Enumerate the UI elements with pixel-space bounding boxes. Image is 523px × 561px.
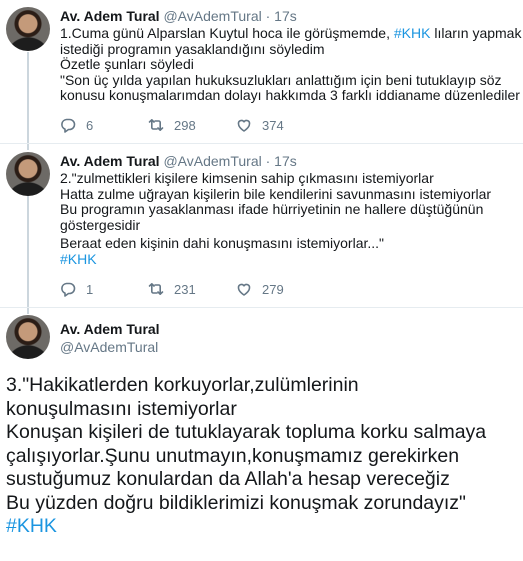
tweet-actions: 6 298 374 — [60, 117, 360, 137]
focused-tweet[interactable]: Av. Adem Tural @AvAdemTural 3."Hakikatle… — [0, 307, 523, 561]
tweet-line: konuşulmasını istemiyorlar — [6, 397, 237, 420]
author-name[interactable]: Av. Adem Tural — [60, 8, 160, 24]
author-handle[interactable]: @AvAdemTural — [163, 8, 261, 24]
separator-dot: · — [265, 8, 271, 24]
tweet-line: "Son üç yılda yapılan hukuksuzlukları an… — [60, 71, 502, 88]
like-count: 279 — [262, 281, 284, 297]
tweet-line: 1.Cuma günü Alparslan Kuytul hoca ile gö… — [60, 25, 522, 41]
retweet-button[interactable]: 231 — [148, 281, 196, 297]
hashtag-link[interactable]: #KHK — [60, 251, 515, 268]
tweet-line: Özetle şunları söyledi — [60, 56, 194, 72]
heart-icon — [237, 283, 251, 296]
like-count: 374 — [262, 117, 284, 133]
heart-icon — [237, 119, 251, 132]
like-button[interactable]: 279 — [236, 281, 284, 297]
reply-icon — [61, 282, 76, 297]
tweet-text: 3."Hakikatlerden korkuyorlar,zulümlerini… — [6, 374, 521, 539]
tweet-actions: 1 231 279 — [60, 281, 360, 301]
retweet-count: 231 — [174, 281, 196, 297]
retweet-icon — [148, 118, 164, 131]
tweet-line: 2."zulmettikleri kişilere kimsenin sahip… — [60, 170, 434, 186]
timestamp[interactable]: 17s — [274, 153, 297, 169]
tweet-text: 2."zulmettikleri kişilere kimsenin sahip… — [60, 170, 515, 268]
tweet-line: Bu programın yasaklanması ifade hürriyet… — [60, 201, 484, 217]
tweet-line: sustuğumuz konulardan da Allah'a hesap v… — [6, 468, 450, 490]
avatar[interactable] — [6, 315, 50, 359]
tweet-line: 3."Hakikatlerden korkuyorlar,zulümlerini… — [6, 374, 359, 396]
tweet-line: istediği programın yasaklandığını söyled… — [60, 40, 325, 57]
reply-count: 1 — [86, 281, 94, 297]
tweet-line: konusu konuşmalarımdan dolayı hakkımda 3… — [60, 87, 520, 103]
author-handle[interactable]: @AvAdemTural — [163, 153, 261, 169]
author-name[interactable]: Av. Adem Tural — [60, 320, 160, 338]
avatar[interactable] — [6, 7, 50, 51]
tweet-header: Av. Adem Tural @AvAdemTural · 17s — [60, 152, 297, 170]
avatar[interactable] — [6, 152, 50, 196]
hashtag-link[interactable]: #KHK — [394, 25, 431, 41]
tweet-line: göstergesidir — [60, 216, 141, 233]
author-handle[interactable]: @AvAdemTural — [60, 338, 158, 356]
tweet-line: Hatta zulme uğrayan kişilerin bile kendi… — [60, 185, 492, 202]
tweet-line: Konuşan kişileri de tutuklayarak topluma… — [6, 421, 487, 443]
tweet-line: Bu yüzden doğru bildiklerimizi konuşmak … — [6, 491, 466, 514]
tweet-line: Beraat eden kişinin dahi konuşmasını ist… — [60, 235, 385, 251]
reply-count: 6 — [86, 117, 94, 133]
tweet-line: çalışıyorlar.Şunu unutmayın,konuşmamız g… — [6, 444, 460, 467]
retweet-icon — [148, 282, 164, 295]
reply-button[interactable]: 1 — [60, 281, 93, 297]
tweet[interactable]: Av. Adem Tural @AvAdemTural · 17s 1.Cuma… — [0, 0, 523, 143]
separator-dot: · — [265, 153, 271, 169]
like-button[interactable]: 374 — [236, 117, 284, 133]
tweet-header: Av. Adem Tural @AvAdemTural · 17s — [60, 7, 297, 25]
reply-icon — [61, 118, 76, 133]
timestamp[interactable]: 17s — [274, 8, 297, 24]
retweet-button[interactable]: 298 — [148, 117, 196, 133]
author-name[interactable]: Av. Adem Tural — [60, 153, 160, 169]
tweet-text: 1.Cuma günü Alparslan Kuytul hoca ile gö… — [60, 25, 522, 104]
retweet-count: 298 — [174, 117, 196, 133]
tweet[interactable]: Av. Adem Tural @AvAdemTural · 17s 2."zul… — [0, 143, 523, 307]
reply-button[interactable]: 6 — [60, 117, 93, 133]
hashtag-link[interactable]: #KHK — [6, 515, 521, 539]
